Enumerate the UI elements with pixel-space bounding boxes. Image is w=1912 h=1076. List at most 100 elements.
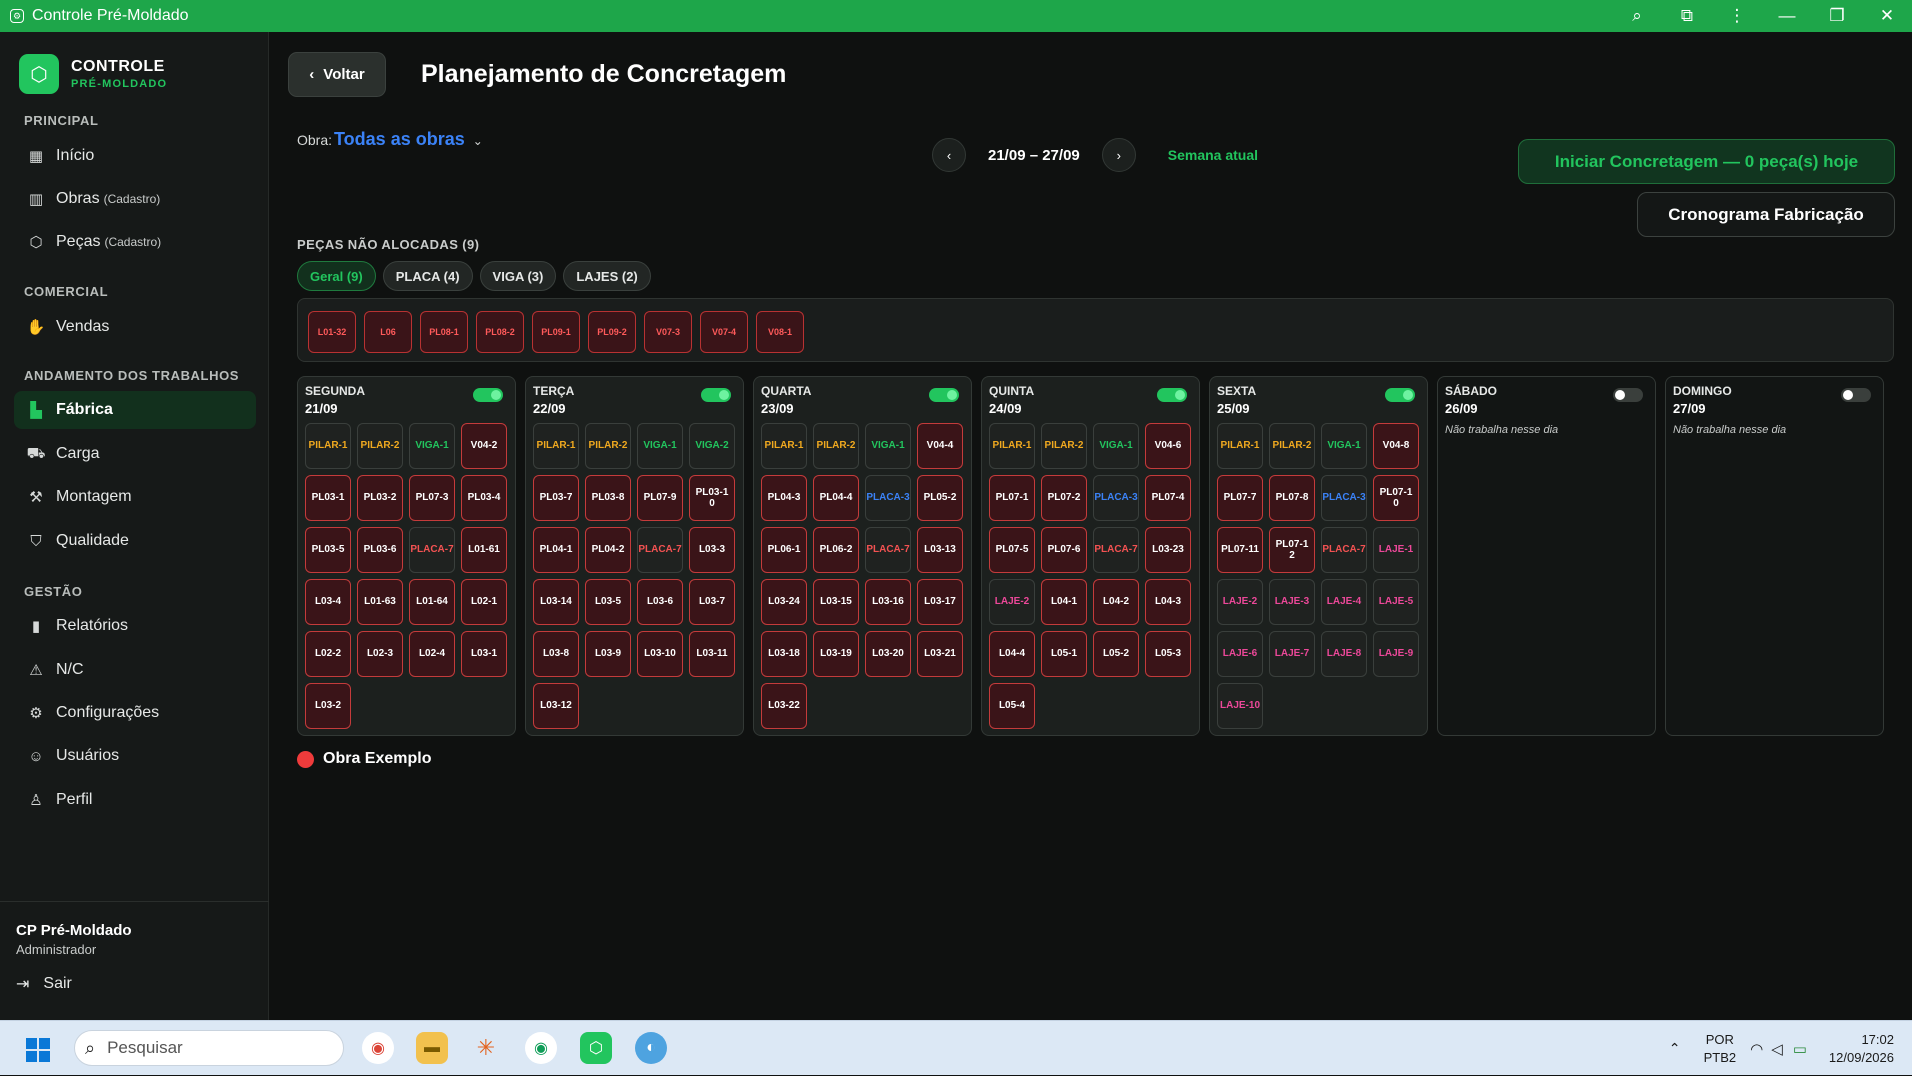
- piece-card[interactable]: L03-8: [533, 631, 579, 677]
- battery-icon[interactable]: ▭: [1793, 1040, 1807, 1058]
- piece-card[interactable]: PL03-6: [357, 527, 403, 573]
- piece-card[interactable]: V04-8: [1373, 423, 1419, 469]
- piece-card[interactable]: L03-13: [917, 527, 963, 573]
- piece-card[interactable]: L03-12: [533, 683, 579, 729]
- piece-card[interactable]: L03-9: [585, 631, 631, 677]
- piece-card[interactable]: V04-6: [1145, 423, 1191, 469]
- piece-card[interactable]: L01-64: [409, 579, 455, 625]
- minimize-button[interactable]: —: [1762, 0, 1812, 32]
- piece-card[interactable]: L03-22: [761, 683, 807, 729]
- sidebar-item-qualidade[interactable]: ⛉ Qualidade: [14, 522, 256, 560]
- piece-card[interactable]: V04-4: [917, 423, 963, 469]
- piece-card[interactable]: LAJE-2: [989, 579, 1035, 625]
- piece-card[interactable]: L03-16: [865, 579, 911, 625]
- piece-card[interactable]: L05-1: [1041, 631, 1087, 677]
- piece-card[interactable]: PL03-1: [305, 475, 351, 521]
- unallocated-piece[interactable]: L06: [364, 311, 412, 353]
- piece-card[interactable]: PILAR-1: [1217, 423, 1263, 469]
- logout-button[interactable]: ⇥ Sair: [16, 974, 72, 994]
- piece-card[interactable]: PLACA-7: [1321, 527, 1367, 573]
- piece-card[interactable]: PL05-2: [917, 475, 963, 521]
- current-week-link[interactable]: Semana atual: [1168, 147, 1258, 163]
- piece-card[interactable]: L03-6: [637, 579, 683, 625]
- wifi-icon[interactable]: ◠: [1750, 1040, 1763, 1058]
- piece-card[interactable]: PLACA-7: [637, 527, 683, 573]
- sidebar-item-fabrica[interactable]: ▙ Fábrica: [14, 391, 256, 429]
- sidebar-item-obras[interactable]: ▥ Obras (Cadastro): [14, 180, 256, 218]
- piece-card[interactable]: L04-2: [1093, 579, 1139, 625]
- piece-card[interactable]: VIGA-1: [1321, 423, 1367, 469]
- sidebar-item-montagem[interactable]: ⚒ Montagem: [14, 478, 256, 516]
- piece-card[interactable]: PLACA-3: [1321, 475, 1367, 521]
- piece-card[interactable]: LAJE-8: [1321, 631, 1367, 677]
- sidebar-item-nc[interactable]: ⚠ N/C: [14, 651, 256, 689]
- piece-card[interactable]: LAJE-6: [1217, 631, 1263, 677]
- folder-icon[interactable]: ▬: [416, 1032, 448, 1064]
- paint-icon[interactable]: ◐: [635, 1032, 667, 1064]
- piece-card[interactable]: LAJE-1: [1373, 527, 1419, 573]
- piece-card[interactable]: L03-4: [305, 579, 351, 625]
- day-toggle[interactable]: [929, 388, 959, 402]
- piece-card[interactable]: PL04-4: [813, 475, 859, 521]
- piece-card[interactable]: PILAR-1: [305, 423, 351, 469]
- piece-card[interactable]: L03-10: [637, 631, 683, 677]
- piece-card[interactable]: PLACA-3: [1093, 475, 1139, 521]
- piece-card[interactable]: PL06-1: [761, 527, 807, 573]
- restore-button[interactable]: ❐: [1812, 0, 1862, 32]
- brand[interactable]: ⬡ CONTROLE PRÉ-MOLDADO: [19, 54, 167, 94]
- piece-card[interactable]: VIGA-1: [409, 423, 455, 469]
- piece-card[interactable]: LAJE-4: [1321, 579, 1367, 625]
- piece-card[interactable]: LAJE-10: [1217, 683, 1263, 729]
- sidebar-item-perfil[interactable]: ♙ Perfil: [14, 781, 256, 819]
- filter-geral[interactable]: Geral (9): [297, 261, 376, 291]
- piece-card[interactable]: L03-15: [813, 579, 859, 625]
- controle-app-icon[interactable]: ⬡: [580, 1032, 612, 1064]
- piece-card[interactable]: PILAR-2: [585, 423, 631, 469]
- piece-card[interactable]: L03-24: [761, 579, 807, 625]
- piece-card[interactable]: PL07-8: [1269, 475, 1315, 521]
- sidebar-item-carga[interactable]: ⛟ Carga: [14, 435, 256, 473]
- piece-card[interactable]: PL03-5: [305, 527, 351, 573]
- piece-card[interactable]: L02-3: [357, 631, 403, 677]
- piece-card[interactable]: PL07-1: [989, 475, 1035, 521]
- piece-card[interactable]: PILAR-2: [813, 423, 859, 469]
- windows-start-icon[interactable]: [26, 1038, 50, 1062]
- sidebar-item-inicio[interactable]: ▦ Início: [14, 137, 256, 175]
- piece-card[interactable]: L03-5: [585, 579, 631, 625]
- day-toggle[interactable]: [1157, 388, 1187, 402]
- piece-card[interactable]: PL06-2: [813, 527, 859, 573]
- unallocated-piece[interactable]: PL09-2: [588, 311, 636, 353]
- piece-card[interactable]: PL04-1: [533, 527, 579, 573]
- sidebar-item-configuracoes[interactable]: ⚙ Configurações: [14, 694, 256, 732]
- unallocated-piece[interactable]: PL08-2: [476, 311, 524, 353]
- unallocated-piece[interactable]: V07-4: [700, 311, 748, 353]
- taskbar-search[interactable]: ⌕ Pesquisar: [74, 1030, 344, 1066]
- piece-card[interactable]: LAJE-3: [1269, 579, 1315, 625]
- day-toggle[interactable]: [1385, 388, 1415, 402]
- filter-lajes[interactable]: LAJES (2): [563, 261, 651, 291]
- piece-card[interactable]: PL07-4: [1145, 475, 1191, 521]
- unallocated-piece[interactable]: V07-3: [644, 311, 692, 353]
- piece-card[interactable]: L02-1: [461, 579, 507, 625]
- unallocated-piece[interactable]: PL08-1: [420, 311, 468, 353]
- piece-card[interactable]: L03-2: [305, 683, 351, 729]
- chevron-up-icon[interactable]: ⌃: [1660, 1040, 1690, 1057]
- sidebar-item-relatorios[interactable]: ▮ Relatórios: [14, 607, 256, 645]
- piece-card[interactable]: L03-18: [761, 631, 807, 677]
- sidebar-item-pecas[interactable]: ⬡ Peças (Cadastro): [14, 223, 256, 261]
- filter-placa[interactable]: PLACA (4): [382, 261, 473, 291]
- close-button[interactable]: ✕: [1862, 0, 1912, 32]
- piece-card[interactable]: V04-2: [461, 423, 507, 469]
- piece-card[interactable]: L03-11: [689, 631, 735, 677]
- piece-card[interactable]: PL07-2: [1041, 475, 1087, 521]
- piece-card[interactable]: L02-2: [305, 631, 351, 677]
- piece-card[interactable]: L03-17: [917, 579, 963, 625]
- extensions-icon[interactable]: ⧉: [1662, 0, 1712, 32]
- piece-card[interactable]: L03-21: [917, 631, 963, 677]
- piece-card[interactable]: PL07-6: [1041, 527, 1087, 573]
- piece-card[interactable]: L03-7: [689, 579, 735, 625]
- schedule-button[interactable]: Cronograma Fabricação: [1637, 192, 1895, 237]
- piece-card[interactable]: VIGA-1: [865, 423, 911, 469]
- piece-card[interactable]: L03-14: [533, 579, 579, 625]
- piece-card[interactable]: PL07-11: [1217, 527, 1263, 573]
